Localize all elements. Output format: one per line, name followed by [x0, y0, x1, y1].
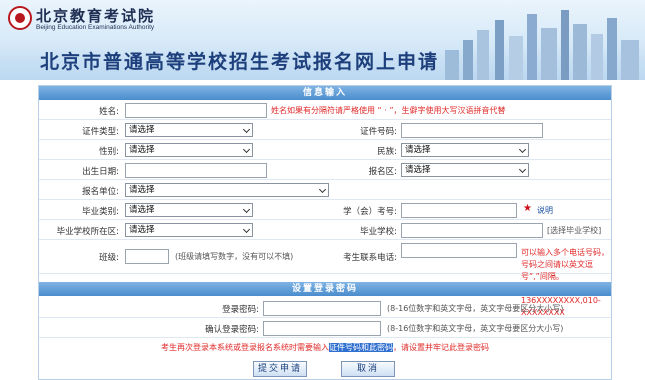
application-form: 信息输入 姓名: 姓名如果有分隔符请严格使用 “ · ”，生僻字使用大写汉语拼音… — [38, 85, 612, 380]
cancel-button[interactable]: 取消 — [341, 361, 395, 377]
chevron-down-icon — [242, 225, 251, 234]
row-id: 证件类型: 请选择 证件号码: — [39, 120, 611, 140]
ethnicity-value: 请选择 — [405, 145, 431, 155]
chevron-down-icon — [242, 205, 251, 214]
phone-note-line-1: 可以输入多个电话号码，号码之间请以英文逗号“,”间隔。 — [521, 248, 609, 281]
unit-value: 请选择 — [129, 185, 155, 195]
district-label: 报名区: — [368, 167, 397, 177]
name-note: 姓名如果有分隔符请严格使用 “ · ”，生僻字使用大写汉语拼音代替 — [271, 106, 506, 115]
birthdate-input[interactable] — [125, 163, 267, 178]
header-banner: 北京教育考试院 Beijing Education Examinations A… — [0, 0, 645, 80]
login-password-input[interactable] — [263, 301, 381, 316]
chevron-down-icon — [318, 185, 327, 194]
select-school-button[interactable]: [选择毕业学校] — [547, 225, 601, 236]
logo-chinese: 北京教育考试院 — [36, 7, 156, 25]
city-skyline-illustration — [445, 10, 639, 80]
id-type-value: 请选择 — [129, 125, 155, 135]
row-school: 毕业学校所在区: 请选择 毕业学校: [选择毕业学校] — [39, 220, 611, 240]
row-login-password: 登录密码: (8-16位数字和英文字母，英文字母要区分大小写) — [39, 298, 611, 318]
district-select[interactable]: 请选择 — [401, 163, 529, 177]
grad-type-select[interactable]: 请选择 — [125, 203, 253, 217]
row-name: 姓名: 姓名如果有分隔符请严格使用 “ · ”，生僻字使用大写汉语拼音代替 — [39, 100, 611, 120]
student-id-help-link[interactable]: 说明 — [537, 205, 553, 216]
class-input[interactable] — [125, 249, 169, 264]
ethnicity-label: 民族: — [377, 147, 397, 157]
id-number-input[interactable] — [401, 123, 543, 138]
chevron-down-icon — [242, 125, 251, 134]
student-id-label: 学（会）考号: — [343, 207, 397, 217]
school-area-value: 请选择 — [129, 225, 155, 235]
id-number-label: 证件号码: — [360, 127, 397, 137]
unit-select[interactable]: 请选择 — [125, 183, 329, 197]
unit-label: 报名单位: — [82, 187, 119, 197]
section-header-info: 信息输入 — [39, 86, 611, 100]
logo-english: Beijing Education Examinations Authority — [36, 24, 155, 31]
school-area-select[interactable]: 请选择 — [125, 223, 253, 237]
password-warning-highlight: 证件号码和此密码 — [329, 343, 393, 352]
chevron-down-icon — [518, 145, 527, 154]
grad-type-label: 毕业类别: — [82, 207, 119, 217]
school-area-label: 毕业学校所在区: — [56, 227, 119, 237]
row-gender: 性别: 请选择 民族: 请选择 — [39, 140, 611, 160]
confirm-password-input[interactable] — [263, 321, 381, 336]
birthdate-label: 出生日期: — [82, 167, 119, 177]
school-input[interactable] — [401, 223, 543, 238]
class-label: 班级: — [99, 253, 119, 263]
name-label: 姓名: — [99, 107, 119, 117]
login-password-note: (8-16位数字和英文字母，英文字母要区分大小写) — [387, 304, 564, 313]
phone-input[interactable] — [401, 243, 517, 258]
school-label: 毕业学校: — [360, 227, 397, 237]
confirm-password-note: (8-16位数字和英文字母，英文字母要区分大小写) — [387, 324, 564, 333]
name-input[interactable] — [125, 103, 267, 118]
phone-label: 考生联系电话: — [343, 253, 397, 263]
page-title: 北京市普通高等学校招生考试报名网上申请 — [40, 51, 440, 73]
id-type-select[interactable]: 请选择 — [125, 123, 253, 137]
password-warning-text-a: 考生再次登录本系统或登录报名系统时需要输入 — [161, 343, 329, 352]
logo-seal-icon — [8, 6, 32, 30]
student-id-input[interactable] — [401, 203, 517, 218]
ethnicity-select[interactable]: 请选择 — [401, 143, 529, 157]
row-confirm-password: 确认登录密码: (8-16位数字和英文字母，英文字母要区分大小写) — [39, 318, 611, 338]
district-value: 请选择 — [405, 165, 431, 175]
submit-button[interactable]: 提交申请 — [253, 361, 307, 377]
gender-label: 性别: — [99, 147, 119, 157]
confirm-password-label: 确认登录密码: — [205, 325, 259, 335]
class-note: (班级请填写数字，没有可以不填) — [175, 252, 294, 261]
gender-select[interactable]: 请选择 — [125, 143, 253, 157]
id-type-label: 证件类型: — [82, 127, 119, 137]
grad-type-value: 请选择 — [129, 205, 155, 215]
row-contact: 班级: (班级请填写数字，没有可以不填) 考生联系电话: 可以输入多个电话号码，… — [39, 240, 611, 317]
gender-value: 请选择 — [129, 145, 155, 155]
password-warning: 考生再次登录本系统或登录报名系统时需要输入证件号码和此密码，请设置并牢记此登录密… — [39, 342, 611, 353]
required-star-icon: ★ — [523, 203, 532, 214]
password-warning-text-b: ，请设置并牢记此登录密码 — [393, 343, 489, 352]
chevron-down-icon — [242, 145, 251, 154]
row-unit: 报名单位: 请选择 — [39, 180, 611, 200]
row-birth: 出生日期: 报名区: 请选择 — [39, 160, 611, 180]
chevron-down-icon — [518, 165, 527, 174]
row-password-warning: 考生再次登录本系统或登录报名系统时需要输入证件号码和此密码，请设置并牢记此登录密… — [39, 338, 611, 356]
row-grad: 毕业类别: 请选择 学（会）考号: ★ 说明 — [39, 200, 611, 220]
section-header-password: 设置登录密码 — [39, 282, 611, 296]
login-password-label: 登录密码: — [222, 305, 259, 315]
